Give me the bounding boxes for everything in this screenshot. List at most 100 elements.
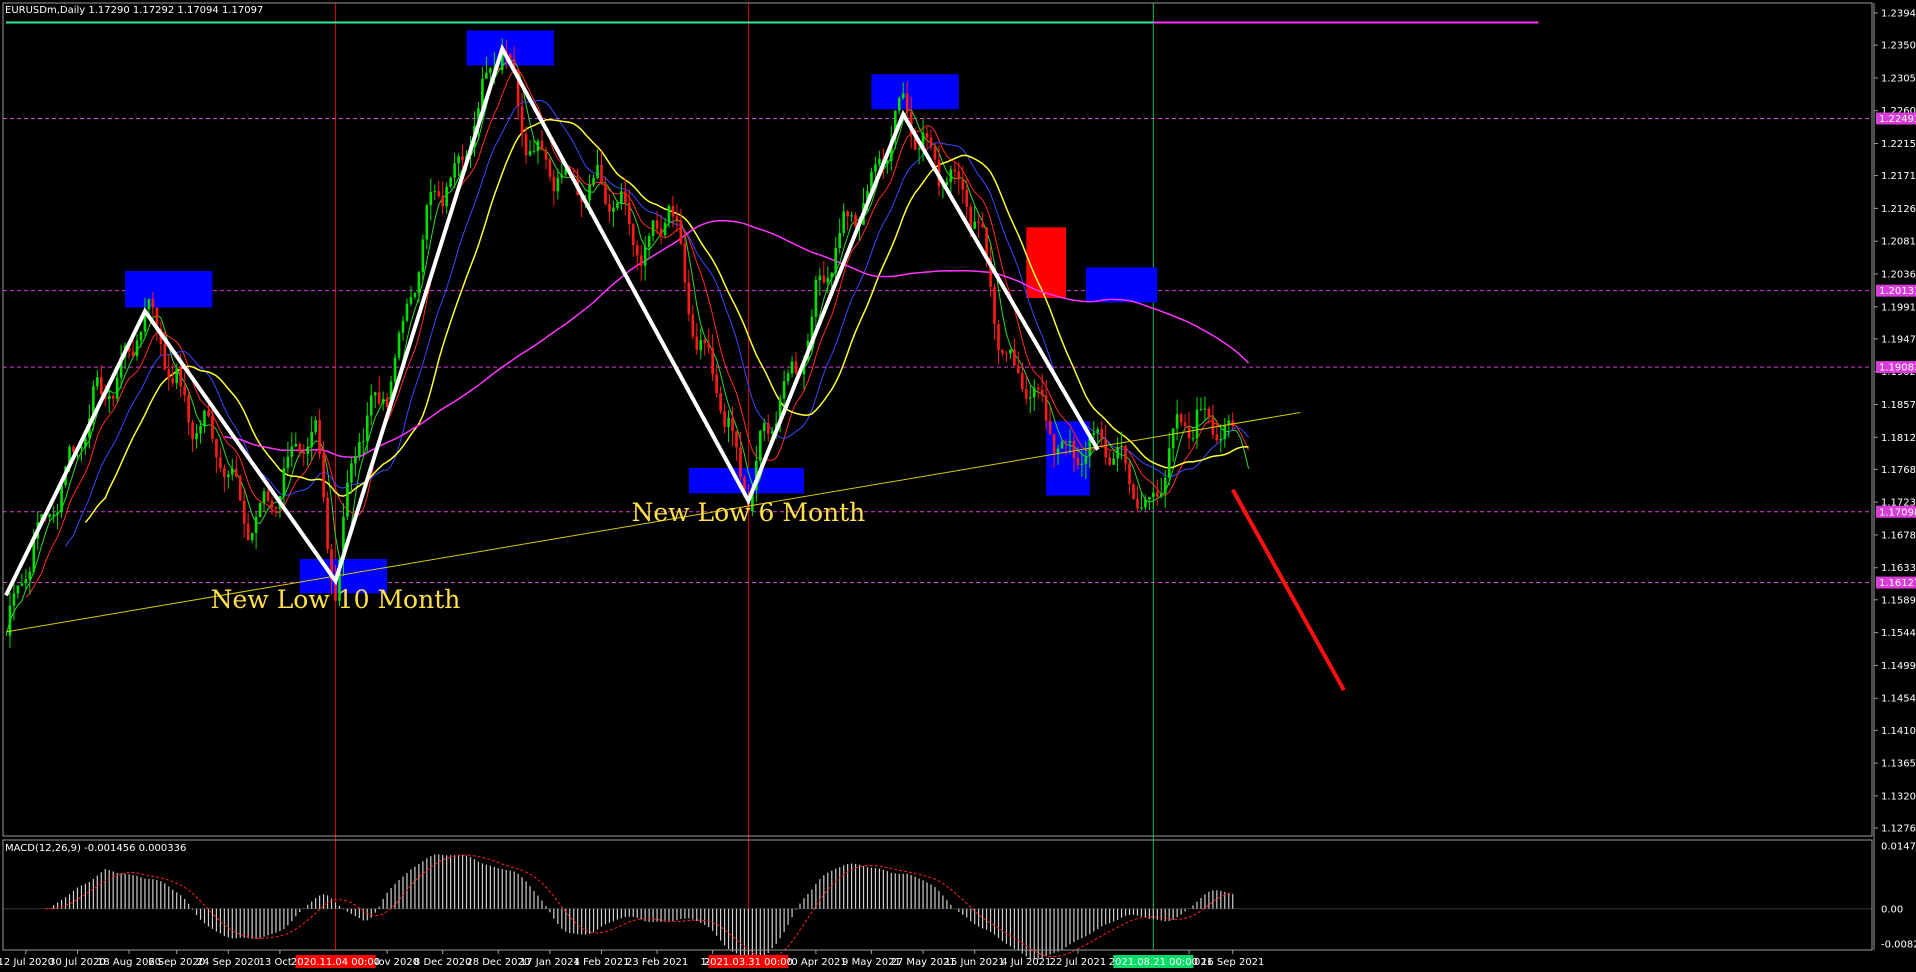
candle-body[interactable] — [1036, 387, 1040, 390]
candle-body[interactable] — [302, 452, 306, 454]
candle-body[interactable] — [135, 340, 139, 357]
candle-body[interactable] — [314, 420, 317, 433]
candle-body[interactable] — [1064, 441, 1068, 443]
candle-body[interactable] — [723, 411, 726, 427]
candle-body[interactable] — [195, 433, 198, 440]
candle-body[interactable] — [1005, 353, 1008, 355]
candle-body[interactable] — [131, 351, 135, 357]
candle-body[interactable] — [111, 395, 115, 399]
candle-body[interactable] — [655, 220, 659, 229]
candle-body[interactable] — [167, 369, 171, 379]
candle-body[interactable] — [822, 275, 826, 283]
candle-body[interactable] — [770, 431, 774, 434]
candle-body[interactable] — [552, 176, 556, 192]
candle-body[interactable] — [1060, 441, 1064, 449]
candle-body[interactable] — [663, 222, 667, 236]
candle-body[interactable] — [1032, 387, 1036, 398]
candle-body[interactable] — [977, 221, 980, 224]
candle-body[interactable] — [612, 207, 615, 212]
candle-body[interactable] — [306, 446, 310, 454]
candle-body[interactable] — [377, 392, 381, 404]
candle-body[interactable] — [203, 410, 206, 426]
candle-body[interactable] — [782, 381, 786, 399]
candle-body[interactable] — [620, 191, 623, 204]
candle-body[interactable] — [147, 299, 151, 310]
candle-body[interactable] — [739, 447, 742, 478]
candle-body[interactable] — [1120, 445, 1123, 447]
candle-body[interactable] — [12, 593, 16, 606]
candle-body[interactable] — [227, 474, 230, 477]
candle-body[interactable] — [667, 205, 671, 223]
candle-body[interactable] — [48, 514, 51, 517]
candle-body[interactable] — [540, 140, 544, 151]
candle-body[interactable] — [238, 476, 242, 501]
candle-body[interactable] — [786, 373, 790, 382]
candle-body[interactable] — [671, 205, 675, 217]
candle-body[interactable] — [897, 98, 901, 111]
candle-body[interactable] — [1052, 434, 1056, 453]
candle-body[interactable] — [846, 211, 849, 217]
candle-body[interactable] — [647, 235, 651, 248]
candle-body[interactable] — [489, 68, 492, 73]
candle-body[interactable] — [449, 177, 452, 187]
candle-body[interactable] — [96, 377, 99, 387]
candle-body[interactable] — [318, 420, 321, 455]
candle-body[interactable] — [1080, 463, 1084, 466]
candle-body[interactable] — [651, 220, 655, 236]
candle-body[interactable] — [727, 417, 730, 427]
candle-body[interactable] — [818, 275, 822, 281]
candle-body[interactable] — [179, 368, 182, 387]
candle-body[interactable] — [687, 282, 691, 315]
candle-body[interactable] — [1116, 446, 1119, 459]
candle-body[interactable] — [56, 512, 59, 515]
candle-body[interactable] — [294, 443, 298, 447]
candle-body[interactable] — [699, 339, 703, 351]
candle-body[interactable] — [1203, 408, 1207, 410]
candle-body[interactable] — [286, 456, 290, 469]
candle-body[interactable] — [528, 151, 532, 156]
candle-body[interactable] — [326, 497, 329, 550]
candle-body[interactable] — [1056, 448, 1060, 453]
candle-body[interactable] — [290, 446, 294, 457]
candle-body[interactable] — [683, 243, 687, 283]
candle-body[interactable] — [1207, 408, 1211, 418]
candle-body[interactable] — [643, 247, 647, 266]
candle-body[interactable] — [608, 203, 611, 212]
candle-body[interactable] — [1195, 409, 1199, 439]
candle-body[interactable] — [1183, 422, 1187, 426]
candle-body[interactable] — [592, 177, 595, 185]
candle-body[interactable] — [1223, 424, 1227, 439]
candle-body[interactable] — [298, 443, 302, 453]
candle-body[interactable] — [842, 211, 845, 234]
candle-body[interactable] — [826, 277, 830, 283]
candle-body[interactable] — [1044, 395, 1048, 421]
candle-body[interactable] — [731, 417, 734, 432]
candle-body[interactable] — [830, 272, 834, 278]
candle-body[interactable] — [413, 293, 417, 297]
candle-body[interactable] — [1017, 365, 1020, 374]
candle-body[interactable] — [401, 320, 405, 333]
candle-body[interactable] — [1001, 349, 1004, 354]
candle-body[interactable] — [1167, 448, 1171, 478]
candle-body[interactable] — [187, 395, 190, 423]
candle-body[interactable] — [762, 423, 766, 431]
candle-body[interactable] — [417, 272, 421, 294]
candle-body[interactable] — [1144, 499, 1147, 508]
candle-body[interactable] — [1140, 507, 1143, 509]
candle-body[interactable] — [1171, 428, 1175, 449]
candle-body[interactable] — [365, 415, 369, 442]
candle-body[interactable] — [1108, 457, 1111, 465]
candle-body[interactable] — [28, 571, 32, 580]
candle-body[interactable] — [234, 468, 238, 477]
candle-body[interactable] — [171, 378, 175, 383]
candle-body[interactable] — [139, 331, 143, 341]
candle-body[interactable] — [1068, 440, 1072, 443]
candle-body[interactable] — [675, 216, 679, 220]
candle-body[interactable] — [60, 485, 63, 513]
candle-body[interactable] — [691, 314, 695, 337]
candle-body[interactable] — [437, 191, 441, 197]
candle-body[interactable] — [1152, 492, 1155, 497]
candle-body[interactable] — [596, 164, 599, 178]
candle-body[interactable] — [1076, 458, 1080, 466]
candle-body[interactable] — [834, 247, 838, 273]
